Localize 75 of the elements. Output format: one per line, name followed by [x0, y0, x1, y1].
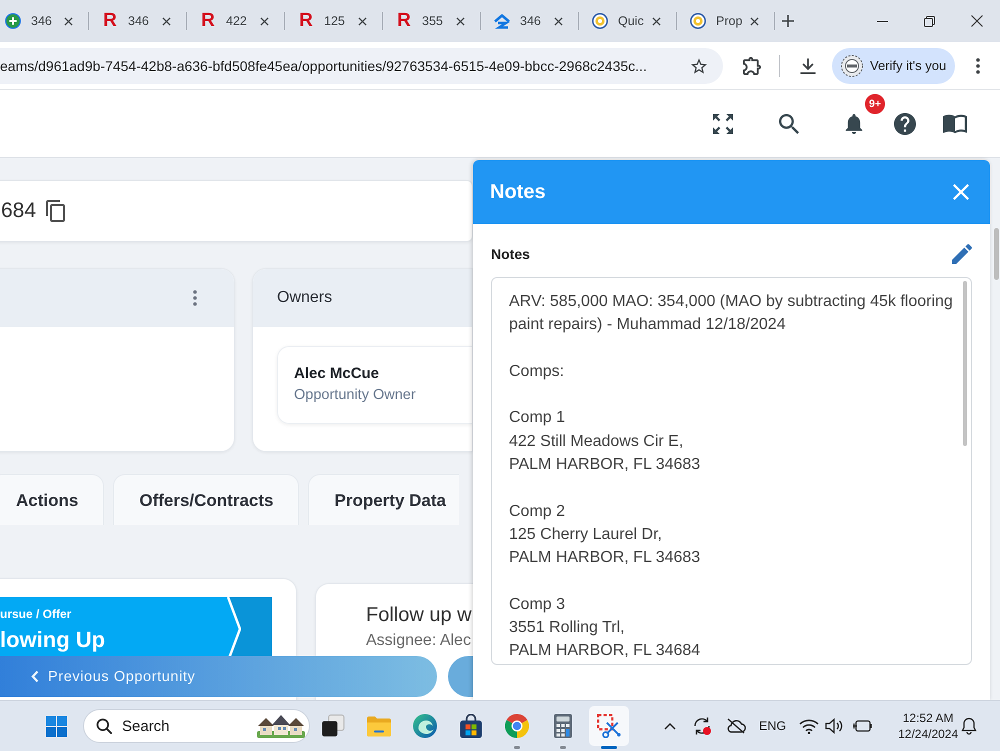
- assignee-text: Assignee: Alec: [366, 631, 471, 651]
- houses-icon: [257, 714, 305, 738]
- chevron-left-icon: [31, 670, 39, 683]
- address-bar[interactable]: eams/d961ad9b-7454-42b8-a636-bfd508fe45ea/opportunities/92763534-6515-4e09-bbcc-2968c2435c...: [0, 48, 723, 84]
- favicon-letter: R: [396, 11, 412, 31]
- close-icon[interactable]: [750, 16, 759, 26]
- pipeline-label: ursue / Offer: [0, 606, 72, 622]
- copy-icon[interactable]: [46, 200, 66, 222]
- minimize-icon[interactable]: [877, 20, 888, 22]
- browser-tab[interactable]: R 355: [383, 4, 480, 38]
- close-icon[interactable]: [64, 16, 73, 26]
- owner-name: Alec McCue: [294, 364, 380, 384]
- help-icon[interactable]: [894, 112, 916, 134]
- panel-title: Notes: [490, 180, 547, 204]
- search-icon: [96, 718, 112, 734]
- notification-badge: 9+: [864, 92, 886, 114]
- task-title: Follow up w: [366, 603, 472, 627]
- clock-time[interactable]: 12:52 AM: [898, 710, 958, 726]
- edit-icon[interactable]: [952, 244, 972, 264]
- close-icon[interactable]: [970, 15, 982, 27]
- language-indicator[interactable]: ENG: [759, 719, 786, 733]
- four-pane-logo-icon[interactable]: [46, 716, 67, 736]
- close-icon[interactable]: [358, 16, 367, 26]
- scrollbar-thumb[interactable]: [963, 281, 967, 446]
- notification-bell-icon[interactable]: [845, 114, 863, 134]
- address-text: 684: [1, 199, 36, 223]
- round-logo-icon: [592, 13, 608, 29]
- avatar-icon: [841, 54, 863, 76]
- owner-role: Opportunity Owner: [294, 386, 416, 405]
- cloud-off-icon[interactable]: [726, 718, 746, 734]
- sync-icon[interactable]: [692, 716, 712, 736]
- puzzle-icon[interactable]: [743, 56, 761, 74]
- scissors-icon[interactable]: [589, 706, 629, 746]
- search-icon[interactable]: [779, 114, 799, 134]
- download-icon[interactable]: [800, 58, 816, 74]
- battery-charging-icon[interactable]: [852, 719, 872, 733]
- card-title: Owners: [277, 289, 332, 307]
- close-icon[interactable]: [162, 16, 171, 26]
- search-box[interactable]: Search: [83, 709, 310, 743]
- scrollbar-thumb[interactable]: [994, 228, 999, 280]
- browser-tab[interactable]: R 125: [285, 4, 382, 38]
- close-icon[interactable]: [260, 16, 269, 26]
- verify-button[interactable]: Verify it's you: [832, 48, 955, 84]
- notes-text-area[interactable]: ARV: 585,000 MAO: 354,000 (MAO by subtracting 45k flooring paint repairs) - Muhammad 12/18/2024 Comps: Comp 1 422 Still Meadows Cir E, PALM HARBOR, FL 34683 Comp 2 125 Cherry Laurel Dr, PALM HARBOR, FL 34683 Comp 3 3551 Rolling Trl, PALM HARBOR, FL 34684: [491, 277, 972, 665]
- stage-title: lowing Up: [0, 626, 106, 654]
- more-menu-icon[interactable]: [976, 58, 980, 74]
- browser-tab[interactable]: 346: [0, 4, 88, 38]
- close-icon[interactable]: [554, 16, 563, 26]
- house-logo-icon: [494, 14, 510, 28]
- close-icon[interactable]: [456, 16, 465, 26]
- page-tab[interactable]: Offers/Contracts: [113, 474, 300, 525]
- restore-icon[interactable]: [924, 16, 935, 26]
- speaker-icon[interactable]: [825, 718, 844, 734]
- plus-circle-icon: [5, 13, 21, 29]
- browser-tab[interactable]: 346: [481, 4, 578, 38]
- wifi-icon[interactable]: [799, 718, 820, 734]
- browser-tab[interactable]: Prop: [677, 4, 774, 38]
- favicon-letter: R: [102, 11, 118, 31]
- page-tab[interactable]: Property Data: [308, 474, 459, 525]
- notification-bell-icon[interactable]: [961, 717, 978, 735]
- favicon-letter: R: [200, 11, 216, 31]
- chevron-up-icon[interactable]: [664, 722, 676, 730]
- fullscreen-icon[interactable]: [713, 114, 733, 134]
- section-label: Notes: [491, 246, 531, 262]
- browser-tab[interactable]: R 346: [89, 4, 186, 38]
- clock-date[interactable]: 12/24/2024: [898, 726, 958, 742]
- close-icon[interactable]: [652, 16, 661, 26]
- star-icon[interactable]: [691, 58, 707, 74]
- browser-tab[interactable]: R 422: [187, 4, 284, 38]
- new-tab-icon[interactable]: [782, 15, 794, 27]
- browser-tab[interactable]: Quic: [579, 4, 676, 38]
- favicon-letter: R: [298, 11, 314, 31]
- book-icon[interactable]: [943, 114, 967, 134]
- page-tab[interactable]: Actions: [0, 474, 104, 525]
- round-logo-icon: [690, 13, 706, 29]
